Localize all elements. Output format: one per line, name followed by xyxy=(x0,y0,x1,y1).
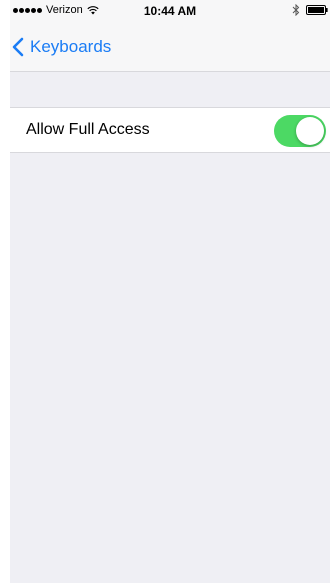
status-right xyxy=(292,4,328,16)
chevron-left-icon xyxy=(12,37,24,57)
navigation-bar: Keyboards xyxy=(10,20,330,72)
allow-full-access-label: Allow Full Access xyxy=(26,121,150,138)
battery-icon xyxy=(306,5,328,15)
clock: 10:44 AM xyxy=(143,4,197,18)
back-button[interactable]: Keyboards xyxy=(12,37,111,57)
status-bar: Verizon 10:44 AM xyxy=(10,0,330,20)
back-button-label: Keyboards xyxy=(30,37,112,56)
phone-screen: Verizon 10:44 AM Keyboards Allow Full Ac… xyxy=(10,0,330,583)
toggle-knob xyxy=(296,117,324,145)
bluetooth-icon xyxy=(292,4,300,16)
settings-row-allow-full-access: Allow Full Access xyxy=(10,107,330,153)
allow-full-access-toggle[interactable] xyxy=(274,115,326,147)
